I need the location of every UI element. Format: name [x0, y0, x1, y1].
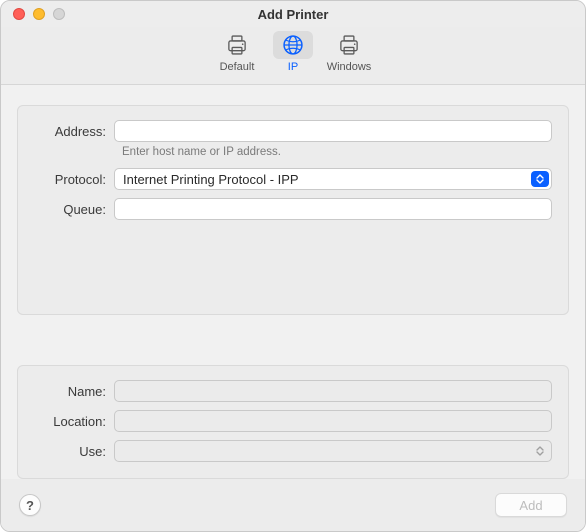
location-input — [114, 410, 552, 432]
window-title: Add Printer — [1, 7, 585, 22]
protocol-popup[interactable]: Internet Printing Protocol - IPP — [114, 168, 552, 190]
protocol-value: Internet Printing Protocol - IPP — [123, 172, 527, 187]
tab-ip[interactable]: IP — [265, 31, 321, 73]
footer: ? Add — [1, 479, 585, 531]
body: Address: Enter host name or IP address. … — [1, 85, 585, 531]
tab-default[interactable]: Default — [209, 31, 265, 73]
address-label: Address: — [34, 124, 114, 139]
use-label: Use: — [34, 444, 114, 459]
address-input[interactable] — [114, 120, 552, 142]
address-hint: Enter host name or IP address. — [122, 146, 552, 158]
tab-windows[interactable]: Windows — [321, 31, 377, 73]
titlebar: Add Printer — [1, 1, 585, 27]
protocol-label: Protocol: — [34, 172, 114, 187]
queue-label: Queue: — [34, 202, 114, 217]
connection-pane: Address: Enter host name or IP address. … — [17, 105, 569, 315]
details-pane: Name: Location: Use: — [17, 365, 569, 479]
tab-ip-label: IP — [265, 61, 321, 73]
add-printer-window: Add Printer Default — [0, 0, 586, 532]
printer-icon — [224, 32, 250, 58]
use-popup — [114, 440, 552, 462]
source-segmented-control: Default IP — [209, 31, 377, 73]
add-button-label: Add — [519, 498, 542, 513]
queue-input[interactable] — [114, 198, 552, 220]
help-button[interactable]: ? — [19, 494, 41, 516]
printer-people-icon — [336, 32, 362, 58]
chevron-updown-icon — [531, 443, 549, 459]
location-label: Location: — [34, 414, 114, 429]
help-icon: ? — [26, 498, 34, 513]
tab-windows-label: Windows — [321, 61, 377, 73]
globe-icon — [280, 32, 306, 58]
name-input — [114, 380, 552, 402]
tab-default-label: Default — [209, 61, 265, 73]
toolbar: Default IP — [1, 27, 585, 85]
name-label: Name: — [34, 384, 114, 399]
add-button: Add — [495, 493, 567, 517]
chevron-updown-icon — [531, 171, 549, 187]
